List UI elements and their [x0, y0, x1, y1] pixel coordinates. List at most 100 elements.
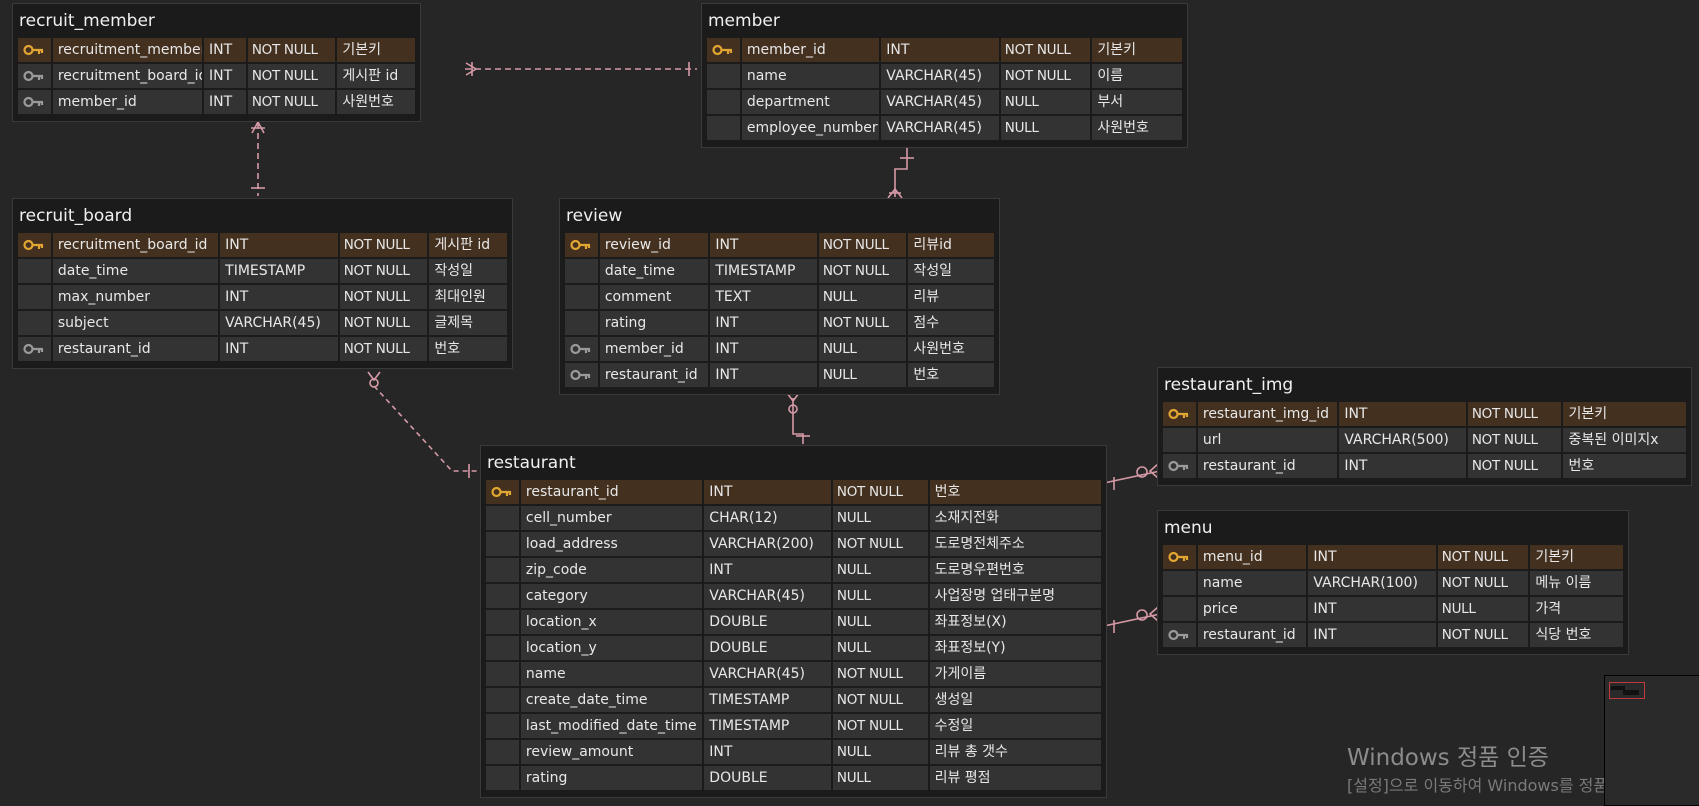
column-row[interactable]: restaurant_img_id INT NOT NULL 기본키	[1163, 402, 1687, 426]
key-cell	[565, 233, 598, 257]
erd-canvas[interactable]: recruit_memberrecruitment_member_idINTNO…	[0, 0, 1699, 804]
key-cell	[486, 480, 519, 504]
column-row[interactable]: menu_id INT NOT NULL 기본키	[1163, 545, 1623, 569]
column-nullability: NULL	[832, 610, 928, 634]
column-row[interactable]: department VARCHAR(45) NULL 부서	[707, 90, 1183, 114]
column-type: INT	[1339, 402, 1466, 426]
column-row[interactable]: restaurant_id INT NOT NULL 번호	[18, 337, 508, 361]
column-row[interactable]: review_id INT NOT NULL 리뷰id	[565, 233, 994, 257]
column-type: INT	[1308, 623, 1436, 647]
column-row[interactable]: category VARCHAR(45) NULL 사업장명 업태구분명	[486, 584, 1102, 608]
column-name: restaurant_id	[1197, 623, 1307, 647]
column-type: VARCHAR(200)	[704, 532, 831, 556]
column-row[interactable]: cell_number CHAR(12) NULL 소재지전화	[486, 506, 1102, 530]
column-row[interactable]: restaurant_id INT NOT NULL 식당 번호	[1163, 623, 1623, 647]
key-cell	[1163, 454, 1196, 478]
column-row[interactable]: max_number INT NOT NULL 최대인원	[18, 285, 508, 309]
column-type: TIMESTAMP	[704, 714, 831, 738]
column-comment: 사원번호	[1092, 116, 1183, 140]
column-row[interactable]: rating INT NOT NULL 점수	[565, 311, 994, 335]
key-cell	[18, 64, 51, 88]
column-row[interactable]: load_address VARCHAR(200) NOT NULL 도로명전체주소	[486, 532, 1102, 556]
column-comment: 번호	[908, 363, 994, 387]
column-name: member_id	[741, 38, 880, 62]
column-row[interactable]: zip_code INT NULL 도로명우편번호	[486, 558, 1102, 582]
column-row[interactable]: restaurant_id INT NOT NULL 번호	[1163, 454, 1687, 478]
column-nullability: NULL	[1437, 597, 1529, 621]
column-comment: 번호	[929, 480, 1102, 504]
column-row[interactable]: employee_number VARCHAR(45) NULL 사원번호	[707, 116, 1183, 140]
column-type: VARCHAR(45)	[220, 311, 338, 335]
column-row[interactable]: url VARCHAR(500) NOT NULL 중복된 이미지x	[1163, 428, 1687, 452]
column-row[interactable]: recruitment_member_idINTNOT NULL기본키	[18, 38, 415, 62]
column-row[interactable]: name VARCHAR(45) NOT NULL 가게이름	[486, 662, 1102, 686]
column-row[interactable]: location_y DOUBLE NULL 좌표정보(Y)	[486, 636, 1102, 660]
column-name: restaurant_id	[520, 480, 703, 504]
column-row[interactable]: create_date_time TIMESTAMP NOT NULL 생성일	[486, 688, 1102, 712]
key-cell	[486, 688, 519, 712]
column-name: date_time	[52, 259, 219, 283]
link-end-optional-restaurant-img	[1136, 466, 1148, 478]
link-end-optional-menu	[1136, 609, 1148, 621]
foreign-key-icon	[1168, 629, 1189, 641]
column-name: restaurant_img_id	[1197, 402, 1338, 426]
table-recruit-board[interactable]: recruit_board recruitment_board_id INT NOT …	[12, 198, 513, 369]
column-row[interactable]: review_amount INT NULL 리뷰 총 갯수	[486, 740, 1102, 764]
column-row[interactable]: member_id INT NOT NULL 사원번호	[18, 90, 415, 114]
table-menu[interactable]: menu menu_id INT NOT NULL 기본키 name VARCHAR(100…	[1157, 510, 1629, 655]
column-comment: 도로명전체주소	[929, 532, 1102, 556]
minimap[interactable]	[1604, 675, 1699, 806]
column-row[interactable]: last_modified_date_time TIMESTAMP NOT NULL…	[486, 714, 1102, 738]
link-member-to-review	[894, 146, 908, 197]
table-title: recruit_board	[19, 206, 133, 226]
column-row[interactable]: name VARCHAR(45) NOT NULL 이름	[707, 64, 1183, 88]
table-recruit-member[interactable]: recruit_memberrecruitment_member_idINTNO…	[12, 3, 421, 122]
column-comment: 식당 번호	[1530, 623, 1623, 647]
column-type: INT	[710, 233, 817, 257]
column-name: restaurant_id	[599, 363, 709, 387]
table-restaurant[interactable]: restaurant restaurant_id INT NOT NULL 번호 cell…	[480, 445, 1107, 798]
column-nullability: NULL	[832, 584, 928, 608]
table-review[interactable]: review review_id INT NOT NULL 리뷰id date_time T…	[559, 198, 1000, 395]
column-type: TIMESTAMP	[704, 688, 831, 712]
column-nullability: NULL	[818, 337, 907, 361]
key-cell	[707, 116, 740, 140]
column-comment: 최대인원	[429, 285, 508, 309]
column-row[interactable]: restaurant_id INT NOT NULL 번호	[486, 480, 1102, 504]
key-cell	[707, 64, 740, 88]
column-type: VARCHAR(500)	[1339, 428, 1466, 452]
column-name: recruitment_member_id	[52, 38, 203, 62]
column-nullability: NULL	[832, 636, 928, 660]
column-row[interactable]: recruitment_board_id INT NOT NULL 게시판 id	[18, 233, 508, 257]
column-row[interactable]: price INT NULL 가격	[1163, 597, 1623, 621]
minimap-viewport[interactable]	[1609, 682, 1645, 699]
column-row[interactable]: subject VARCHAR(45) NOT NULL 글제목	[18, 311, 508, 335]
column-row[interactable]: date_time TIMESTAMP NOT NULL 작성일	[18, 259, 508, 283]
column-nullability: NOT NULL	[818, 259, 907, 283]
column-row[interactable]: location_x DOUBLE NULL 좌표정보(X)	[486, 610, 1102, 634]
column-nullability: NULL	[832, 740, 928, 764]
column-row[interactable]: date_time TIMESTAMP NOT NULL 작성일	[565, 259, 994, 283]
column-name: recruitment_board_id	[52, 64, 203, 88]
column-nullability: NULL	[818, 363, 907, 387]
column-comment: 번호	[429, 337, 508, 361]
column-row[interactable]: name VARCHAR(100) NOT NULL 메뉴 이름	[1163, 571, 1623, 595]
table-restaurant-img[interactable]: restaurant_img restaurant_img_id INT NOT NU…	[1157, 367, 1692, 486]
column-type: VARCHAR(45)	[881, 90, 999, 114]
column-type: INT	[704, 558, 831, 582]
column-row[interactable]: recruitment_board_id INT NOT NULL 게시판 id	[18, 64, 415, 88]
column-row[interactable]: rating DOUBLE NULL 리뷰 평점	[486, 766, 1102, 790]
column-row[interactable]: restaurant_id INT NULL 번호	[565, 363, 994, 387]
column-type: CHAR(12)	[704, 506, 831, 530]
column-name: comment	[599, 285, 709, 309]
column-row[interactable]: member_id INT NOT NULL 기본키	[707, 38, 1183, 62]
column-row[interactable]: member_id INT NULL 사원번호	[565, 337, 994, 361]
column-type: TIMESTAMP	[220, 259, 338, 283]
primary-key-icon	[23, 239, 44, 251]
link-end-many-recruit-member-bottom	[251, 120, 265, 134]
column-comment: 생성일	[929, 688, 1102, 712]
table-columns: review_id INT NOT NULL 리뷰id date_time TIMESTA…	[560, 233, 999, 394]
column-row[interactable]: comment TEXT NULL 리뷰	[565, 285, 994, 309]
table-member[interactable]: member member_id INT NOT NULL 기본키 name VARCHAR…	[701, 3, 1188, 148]
column-name: review_id	[599, 233, 709, 257]
